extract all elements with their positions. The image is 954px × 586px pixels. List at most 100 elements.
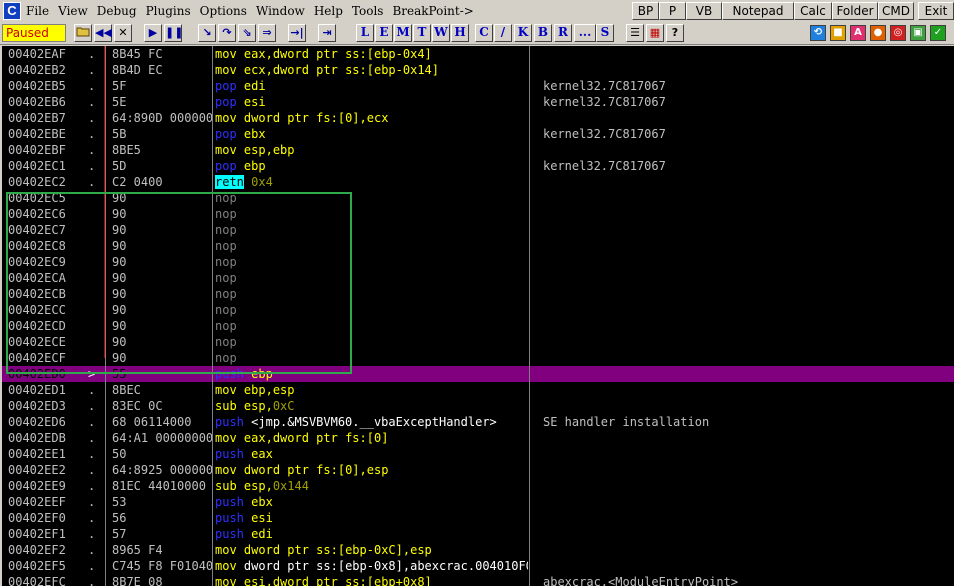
window-m-button[interactable]: M bbox=[394, 24, 412, 42]
disasm-row[interactable]: 00402EB7. 64:890D 00000000mov dword ptr f… bbox=[2, 110, 954, 126]
menu-debug[interactable]: Debug bbox=[97, 3, 137, 19]
status-paused: Paused bbox=[2, 24, 66, 42]
address-cell: 00402ED0 bbox=[8, 367, 66, 381]
menu-view[interactable]: View bbox=[58, 3, 88, 19]
window-ellipsis-button[interactable]: ... bbox=[574, 24, 596, 42]
menu-options[interactable]: Options bbox=[200, 3, 247, 19]
app-icon[interactable]: C bbox=[3, 2, 21, 20]
comment-cell: kernel32.7C817067 bbox=[543, 127, 666, 141]
menu-breakpoint[interactable]: BreakPoint-> bbox=[392, 3, 473, 19]
pause-icon[interactable]: ❚❚ bbox=[164, 24, 183, 42]
disasm-row-selected[interactable]: 00402ED0 >55 push ebp bbox=[2, 366, 954, 382]
disasm-row[interactable]: 00402EC1. 5D pop ebp kernel32.7C817067 bbox=[2, 158, 954, 174]
address-cell: 00402EAF bbox=[8, 47, 66, 61]
list-icon[interactable]: ☰ bbox=[626, 24, 644, 42]
save-icon[interactable]: ▣ bbox=[910, 25, 926, 41]
notepad-button[interactable]: Notepad bbox=[722, 2, 794, 20]
window-r-button[interactable]: R bbox=[554, 24, 572, 42]
disasm-row[interactable]: 00402EC5 90 nop bbox=[2, 190, 954, 206]
refresh-icon[interactable]: ⟲ bbox=[810, 25, 826, 41]
animate-over-icon[interactable]: ⇒ bbox=[258, 24, 276, 42]
check-icon[interactable]: ✓ bbox=[930, 25, 946, 41]
disasm-row[interactable]: 00402ECE 90 nop bbox=[2, 334, 954, 350]
disasm-row[interactable]: 00402EF5. C745 F8 F0104000mov dword ptr s… bbox=[2, 558, 954, 574]
operands: ebx bbox=[243, 127, 266, 141]
disasm-row[interactable]: 00402EC2. C2 0400 retn 0x4 bbox=[2, 174, 954, 190]
a-icon[interactable]: A bbox=[850, 25, 866, 41]
menu-plugins[interactable]: Plugins bbox=[146, 3, 191, 19]
rewind-icon[interactable]: ◀◀ bbox=[94, 24, 112, 42]
run-icon[interactable]: ▶ bbox=[144, 24, 162, 42]
disasm-row[interactable]: 00402EE9. 81EC 44010000 sub esp,0x144 bbox=[2, 478, 954, 494]
disasm-row[interactable]: 00402ECA 90 nop bbox=[2, 270, 954, 286]
bookmark-icon[interactable]: ■ bbox=[830, 25, 846, 41]
disasm-row[interactable]: 00402ED3. 83EC 0C sub esp,0xC bbox=[2, 398, 954, 414]
disasm-row[interactable]: 00402ED1. 8BEC mov ebp,esp bbox=[2, 382, 954, 398]
disasm-row[interactable]: 00402EB2. 8B4D EC mov ecx,dword ptr ss:[eb… bbox=[2, 62, 954, 78]
window-t-button[interactable]: T bbox=[413, 24, 431, 42]
address-cell: 00402EBE bbox=[8, 127, 66, 141]
disasm-row[interactable]: 00402ECB 90 nop bbox=[2, 286, 954, 302]
help-icon[interactable]: ? bbox=[666, 24, 684, 42]
disasm-row[interactable]: 00402EC9 90 nop bbox=[2, 254, 954, 270]
open-folder-icon[interactable] bbox=[74, 24, 92, 42]
window-e-button[interactable]: E bbox=[375, 24, 393, 42]
hex-cell: 8BEC bbox=[112, 383, 141, 397]
folder-button[interactable]: Folder bbox=[832, 2, 878, 20]
menu-file[interactable]: File bbox=[26, 3, 49, 19]
disasm-row[interactable]: 00402EF0. 56 push esi bbox=[2, 510, 954, 526]
record-icon[interactable]: ● bbox=[870, 25, 886, 41]
menu-tools[interactable]: Tools bbox=[352, 3, 384, 19]
disasm-row[interactable]: 00402ED6. 68 06114000 push <jmp.&MSVBVM60.… bbox=[2, 414, 954, 430]
p-button[interactable]: P bbox=[659, 2, 686, 20]
hex-cell: 90 bbox=[112, 319, 127, 333]
go-to-icon[interactable]: ⇥ bbox=[318, 24, 336, 42]
target-icon[interactable]: ◎ bbox=[890, 25, 906, 41]
disasm-row[interactable]: 00402EBF. 8BE5 mov esp,ebp bbox=[2, 142, 954, 158]
cmd-button[interactable]: CMD bbox=[878, 2, 914, 20]
grid-icon[interactable]: ▦ bbox=[646, 24, 664, 42]
window-b-button[interactable]: B bbox=[534, 24, 552, 42]
step-into-icon[interactable]: ↘ bbox=[198, 24, 216, 42]
disassembly-cell: mov ebp,esp bbox=[215, 382, 528, 398]
window-l-button[interactable]: L bbox=[356, 24, 374, 42]
menu-window[interactable]: Window bbox=[256, 3, 305, 19]
operands: esi bbox=[243, 95, 266, 109]
disasm-row[interactable]: 00402EC8 90 nop bbox=[2, 238, 954, 254]
disasm-row[interactable]: 00402EC6 90 nop bbox=[2, 206, 954, 222]
disasm-row[interactable]: 00402EB6. 5E pop esi kernel32.7C817067 bbox=[2, 94, 954, 110]
disasm-row[interactable]: 00402EC7 90 nop bbox=[2, 222, 954, 238]
step-over-icon[interactable]: ↷ bbox=[218, 24, 236, 42]
exit-button[interactable]: Exit bbox=[918, 2, 954, 20]
disasm-row[interactable]: 00402EDB. 64:A1 00000000 mov eax,dword ptr… bbox=[2, 430, 954, 446]
disasm-row[interactable]: 00402EBE. 5B pop ebx kernel32.7C817067 bbox=[2, 126, 954, 142]
window-w-button[interactable]: W bbox=[432, 24, 450, 42]
menu-help[interactable]: Help bbox=[314, 3, 343, 19]
window-k-button[interactable]: K bbox=[514, 24, 532, 42]
execute-till-return-icon[interactable]: →| bbox=[288, 24, 306, 42]
address-cell: 00402EE9 bbox=[8, 479, 66, 493]
animate-into-icon[interactable]: ⇘ bbox=[238, 24, 256, 42]
hex-cell: 68 06114000 bbox=[112, 415, 192, 429]
vb-button[interactable]: VB bbox=[686, 2, 722, 20]
disassembly-cell: mov dword ptr fs:[0],esp bbox=[215, 462, 528, 478]
close-icon[interactable]: ✕ bbox=[114, 24, 132, 42]
window-h-button[interactable]: H bbox=[451, 24, 469, 42]
disasm-row[interactable]: 00402EFC. 8B7E 08 mov esi,dword ptr ss:[eb… bbox=[2, 574, 954, 586]
disasm-row[interactable]: 00402ECD 90 nop bbox=[2, 318, 954, 334]
disasm-row[interactable]: 00402EF1. 57 push edi bbox=[2, 526, 954, 542]
disasm-row[interactable]: 00402EAF. 8B45 FC mov eax,dword ptr ss:[eb… bbox=[2, 46, 954, 62]
disasm-row[interactable]: 00402EE1. 50 push eax bbox=[2, 446, 954, 462]
disasm-row[interactable]: 00402EEF. 53 push ebx bbox=[2, 494, 954, 510]
calc-button[interactable]: Calc bbox=[794, 2, 832, 20]
disasm-row[interactable]: 00402EB5. 5F pop edi kernel32.7C817067 bbox=[2, 78, 954, 94]
disasm-row[interactable]: 00402ECF 90 nop bbox=[2, 350, 954, 366]
disasm-row[interactable]: 00402EE2. 64:8925 00000000mov dword ptr f… bbox=[2, 462, 954, 478]
disasm-row[interactable]: 00402ECC 90 nop bbox=[2, 302, 954, 318]
disassembly-pane[interactable]: 00402EAF. 8B45 FC mov eax,dword ptr ss:[eb… bbox=[2, 46, 954, 586]
bp-button[interactable]: BP bbox=[632, 2, 659, 20]
disasm-row[interactable]: 00402EF2. 8965 F4 mov dword ptr ss:[ebp-0x… bbox=[2, 542, 954, 558]
window-slash-button[interactable]: / bbox=[494, 24, 512, 42]
window-c-button[interactable]: C bbox=[475, 24, 493, 42]
window-s-button[interactable]: S bbox=[596, 24, 614, 42]
